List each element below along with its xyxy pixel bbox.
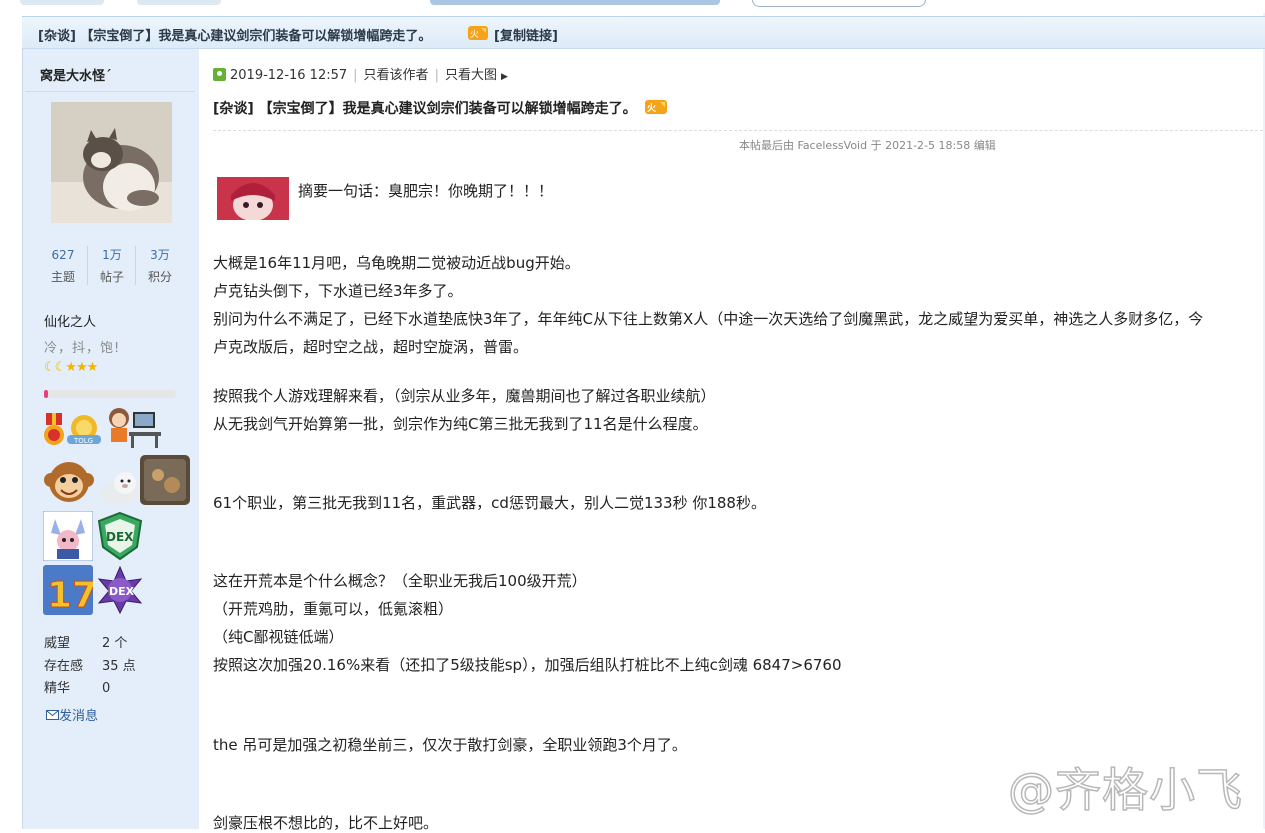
svg-text:DEX: DEX (106, 530, 134, 544)
info-digest: 精华 0 (44, 681, 111, 696)
nav-tab-1[interactable] (20, 0, 104, 5)
play-triangle-icon[interactable]: ▶ (501, 72, 508, 82)
svg-text:火: 火 (470, 29, 479, 40)
svg-text:DEX: DEX (109, 585, 135, 598)
red-ribbon-medal-icon[interactable] (43, 413, 65, 451)
svg-text:火: 火 (647, 103, 657, 114)
post-datetime: 2019-12-16 12:57 (230, 68, 348, 83)
body-line: 大概是16年11月吧，乌龟晚期二觉被动近战bug开始。 (213, 254, 580, 272)
hot-fire-icon: 火 (644, 99, 667, 119)
post-title: [杂谈] 【宗宝倒了】我是真心建议剑宗们装备可以解锁增幅跨走了。火 (213, 98, 667, 119)
author-username[interactable]: 窝是大水怪´ (40, 65, 112, 84)
dex-shield-medal-icon[interactable]: DEX (95, 511, 145, 565)
search-input[interactable] (752, 0, 926, 7)
monkey-medal-icon[interactable] (43, 456, 95, 510)
level-progress-bar (44, 390, 176, 398)
avatar[interactable] (51, 102, 172, 223)
thread-title-bar: [杂谈] 【宗宝倒了】我是真心建议剑宗们装备可以解锁增幅跨走了。 火 [复制链接… (22, 16, 1265, 49)
send-message-link[interactable]: 发消息 (46, 705, 98, 724)
divider (25, 91, 195, 92)
rank-stars-icon: ☾☾★★★ (44, 360, 98, 375)
author-stats: 627 主题 1万 帖子 3万 积分 (39, 246, 185, 292)
body-line: 卢克改版后，超时空之战，超时空旋涡，普雷。 (213, 338, 529, 356)
emoji-image[interactable] (217, 177, 289, 220)
copy-link-button[interactable]: [复制链接] (494, 25, 558, 44)
body-line: 按照这次加强20.16%来看（还扣了5级技能sp），加强后组队打桩比不上纯c剑魂… (213, 656, 842, 674)
summary-text: 摘要一句话：臭肥宗！你晚期了！！！ (298, 182, 554, 200)
mail-icon (46, 709, 59, 724)
seal-medal-icon[interactable] (95, 467, 141, 511)
user-motto: 冷，抖，饱! (44, 341, 121, 356)
svg-text:17: 17 (47, 575, 93, 615)
top-nav-strip (0, 0, 1265, 13)
thread-title: [杂谈] 【宗宝倒了】我是真心建议剑宗们装备可以解锁增幅跨走了。 (38, 29, 432, 44)
watermark-text: @齐格小飞 (1007, 762, 1243, 818)
number-17-medal-icon[interactable]: 17 (43, 565, 98, 619)
stat-topics[interactable]: 627 主题 (39, 246, 87, 285)
body-line: 卢克钻头倒下，下水道已经3年多了。 (213, 282, 463, 300)
info-prestige: 威望 2 个 (44, 636, 128, 651)
body-line: 从无我剑气开始算第一批，剑宗作为纯C第三批无我到了11名是什么程度。 (213, 415, 708, 433)
user-rank: 仙化之人 (44, 315, 97, 330)
body-line: 别问为什么不满足了，已经下水道垫底快3年了，年年纯C从下往上数第X人（中途一次天… (213, 310, 1204, 328)
stat-points[interactable]: 3万 积分 (135, 246, 184, 285)
stat-posts[interactable]: 1万 帖子 (87, 246, 136, 285)
body-line: 按照我个人游戏理解来看，（剑宗从业多年，魔兽期间也了解过各职业续航） (213, 387, 716, 405)
body-line: 这在开荒本是个什么概念？（全职业无我后100级开荒） (213, 572, 587, 590)
nav-tab-2[interactable] (137, 0, 221, 5)
edited-note: 本帖最后由 FacelessVoid 于 2021-2-5 18:58 编辑 (739, 139, 996, 152)
purple-dex-star-medal-icon[interactable]: DEX (95, 565, 145, 619)
gold-badge-medal-icon[interactable]: TOLG (65, 413, 103, 451)
bunny-character-medal-icon[interactable] (42, 510, 94, 565)
only-big-image-link[interactable]: 只看大图 (445, 68, 497, 83)
gamer-desk-medal-icon[interactable] (103, 406, 163, 454)
divider (213, 130, 1263, 131)
hot-fire-icon: 火 (468, 25, 488, 45)
body-line: 剑豪压根不想比的，比不上好吧。 (213, 814, 439, 832)
body-line: （开荒鸡肋，重氪可以，低氪滚粗） (213, 600, 454, 618)
body-line: the 吊可是加强之初稳坐前三，仅次于散打剑豪，全职业领跑3个月了。 (213, 736, 687, 754)
nav-tab-active[interactable] (430, 0, 720, 5)
body-line: （纯C鄙视链低端） (213, 628, 344, 646)
body-line: 61个职业，第三批无我到11名，重武器，cd惩罚最大，别人二觉133秒 你188… (213, 494, 766, 512)
only-author-link[interactable]: 只看该作者 (364, 68, 429, 83)
post-content: 2019-12-16 12:57 | 只看该作者 | 只看大图 ▶ [杂谈] 【宗宝倒了】… (199, 49, 1263, 832)
online-status-icon (213, 68, 226, 81)
sparkle-photo-medal-icon[interactable] (140, 455, 190, 509)
info-presence: 存在感 35 点 (44, 659, 136, 674)
svg-text:TOLG: TOLG (73, 437, 93, 445)
author-sidebar: 窝是大水怪´ 627 主题 1万 帖子 3万 积分 仙化之人 冷，抖，饱! ☾☾ (22, 49, 199, 829)
post-meta: 2019-12-16 12:57 | 只看该作者 | 只看大图 ▶ (213, 64, 508, 83)
